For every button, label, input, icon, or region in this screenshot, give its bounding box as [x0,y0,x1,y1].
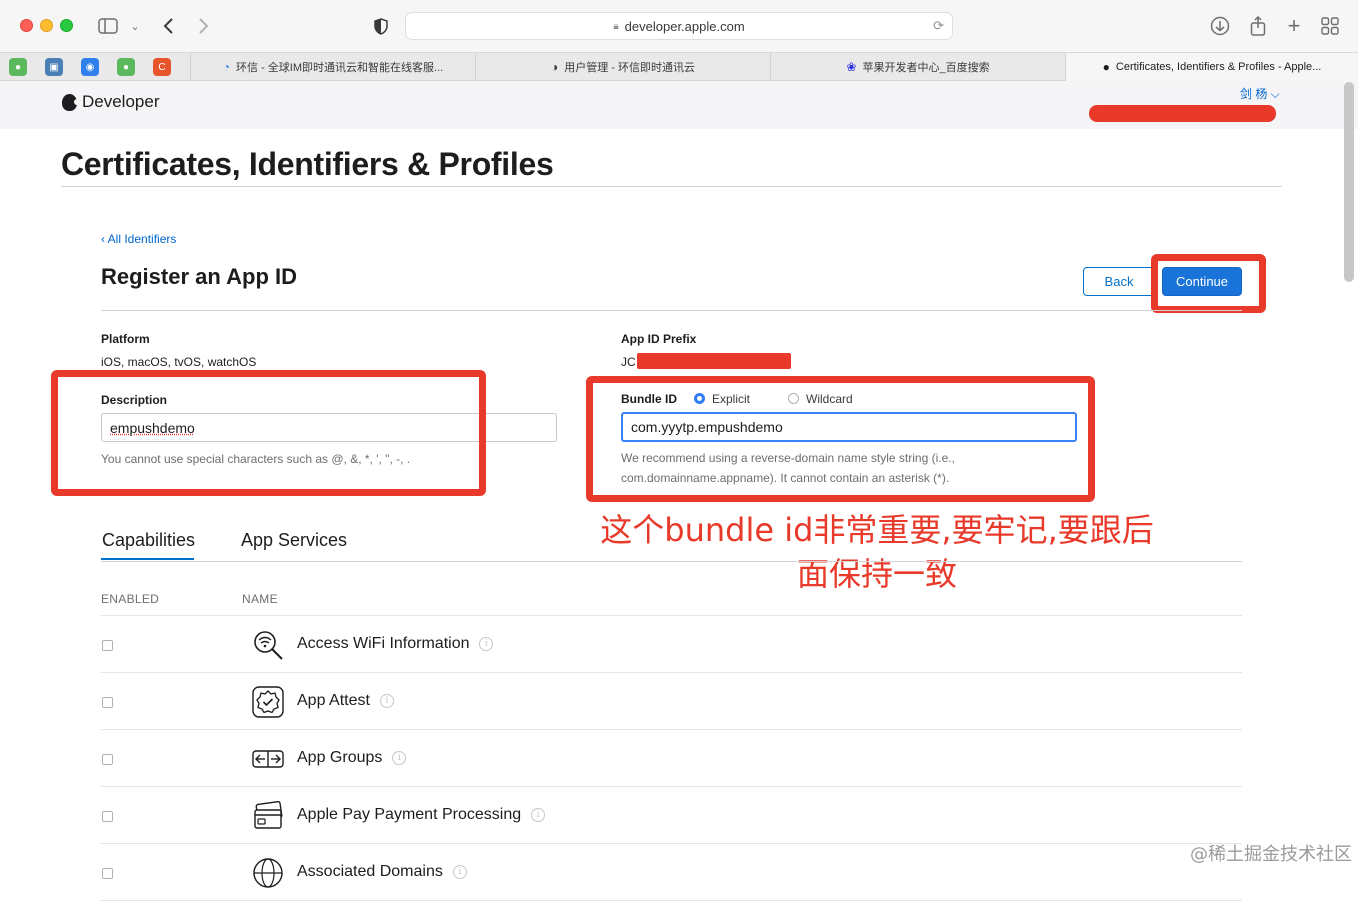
share-icon[interactable] [1246,14,1270,38]
favorite-green-circle-icon[interactable]: ● [9,58,27,76]
bundle-id-callout-box [586,376,1095,502]
redaction-mark [1089,105,1276,122]
baidu-paw-icon: ❀ [846,60,856,74]
zoom-window-button[interactable] [60,19,73,32]
enabled-column-header: ENABLED [101,592,159,606]
info-icon[interactable]: i [380,694,394,708]
back-nav-icon[interactable] [158,14,178,38]
capability-name: App Attest i [297,692,394,710]
tab-app-services[interactable]: App Services [241,530,347,551]
name-column-header: NAME [242,592,278,606]
tab-baidu-search[interactable]: ❀ 苹果开发者中心_百度搜索 [770,53,1065,81]
capability-row: Associated Domains i [101,844,1242,901]
section-title: Register an App ID [101,264,297,290]
capability-checkbox[interactable] [102,811,113,822]
info-icon[interactable]: i [453,865,467,879]
annotation-line-2: 面保持一致 [582,552,1172,596]
capability-name: App Groups i [297,749,406,767]
info-icon[interactable]: i [479,637,493,651]
redaction-mark [637,353,791,369]
divider [101,561,1242,562]
apple-logo-icon: ● [1103,60,1110,74]
divider [61,186,1282,187]
apple-logo-icon [62,94,77,111]
address-bar[interactable]: 🔒︎ developer.apple.com ⟳ [405,12,953,40]
active-tab-indicator [101,558,194,560]
platform-label: Platform [101,332,150,346]
favorite-green-circle-icon[interactable]: ● [117,58,135,76]
huanxin-favicon-icon: ◔ [223,60,230,74]
platform-value: iOS, macOS, tvOS, watchOS [101,355,256,369]
translate-reload-icon[interactable]: ⟳ [933,18,944,34]
favorite-folder-icon[interactable]: ▣ [45,58,63,76]
capability-checkbox[interactable] [102,754,113,765]
tab-capabilities[interactable]: Capabilities [102,530,195,551]
download-icon[interactable] [1208,14,1232,38]
capability-name: Associated Domains i [297,863,467,881]
favorite-c-logo-icon[interactable]: C [153,58,171,76]
info-icon[interactable]: i [531,808,545,822]
capability-checkbox[interactable] [102,868,113,879]
continue-callout-box [1151,254,1266,313]
description-callout-box [51,370,486,496]
close-window-button[interactable] [20,19,33,32]
all-identifiers-link[interactable]: ‹ All Identifiers [101,232,176,246]
divider [101,310,1242,311]
page-title: Certificates, Identifiers & Profiles [61,146,553,183]
page-scrollbar[interactable] [1344,82,1354,282]
wifi-search-icon [251,628,284,661]
sidebar-icon[interactable] [96,14,120,38]
favorite-badge-icon[interactable]: ◉ [81,58,99,76]
capability-row: App Attest i [101,673,1242,730]
app-id-prefix-value: JC [621,355,636,369]
tab-user-management[interactable]: ◑ 用户管理 - 环信即时通讯云 [475,53,770,81]
capability-row: App Groups i [101,730,1242,787]
tab-bar: ● ▣ ◉ ● C ◔ 环信 - 全球IM即时通讯云和智能在线客服... ◑ 用… [0,52,1358,81]
capability-row: Apple Pay Payment Processing i [101,787,1242,844]
annotation-note: 这个bundle id非常重要,要牢记,要跟后 面保持一致 [582,508,1172,596]
info-icon[interactable]: i [392,751,406,765]
tab-huanxin-home[interactable]: ◔ 环信 - 全球IM即时通讯云和智能在线客服... [190,53,475,81]
apple-pay-icon [251,799,284,832]
url-text: developer.apple.com [625,19,745,34]
browser-toolbar: ⌄ 🔒︎ developer.apple.com ⟳ + [0,0,1358,52]
capability-name: Apple Pay Payment Processing i [297,806,545,824]
back-button[interactable]: Back [1083,267,1155,296]
minimize-window-button[interactable] [40,19,53,32]
lock-icon: 🔒︎ [613,21,618,32]
user-menu[interactable]: 剑 杨 ⌵ [1240,85,1280,102]
badge-check-icon [251,685,284,718]
app-id-prefix-label: App ID Prefix [621,332,696,346]
capability-row: Access WiFi Information i [101,616,1242,673]
watermark: @稀土掘金技术社区 [1190,840,1352,866]
developer-logo[interactable]: Developer [62,92,160,112]
annotation-line-1: 这个bundle id非常重要,要牢记,要跟后 [582,508,1172,552]
tab-overview-icon[interactable] [1318,14,1342,38]
tab-apple-developer[interactable]: ● Certificates, Identifiers & Profiles -… [1065,53,1358,81]
new-tab-icon[interactable]: + [1282,14,1306,38]
capability-checkbox[interactable] [102,697,113,708]
huanxin-favicon-icon: ◑ [551,60,558,74]
capability-name: Access WiFi Information i [297,635,493,653]
capability-checkbox[interactable] [102,640,113,651]
forward-nav-icon[interactable] [194,14,214,38]
app-groups-icon [251,742,284,775]
globe-icon [251,856,284,889]
privacy-shield-icon[interactable] [370,14,392,38]
chevron-down-icon[interactable]: ⌄ [128,14,142,38]
